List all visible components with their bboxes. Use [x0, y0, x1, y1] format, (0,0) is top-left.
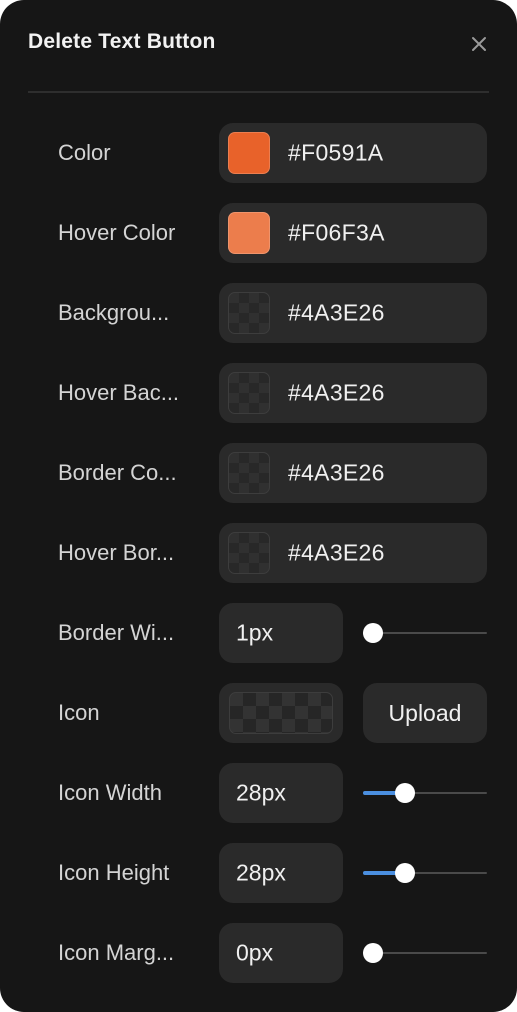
color-field[interactable]: #F0591A	[219, 123, 487, 183]
border-width-slider[interactable]	[363, 623, 487, 643]
button-settings-panel: Delete Text Button Color #F0591A Hover C…	[0, 0, 517, 1012]
icon-height-row: Icon Height 28px	[58, 843, 487, 903]
header-divider	[28, 91, 489, 93]
hover-background-row: Hover Bac... #4A3E26	[58, 363, 487, 423]
border-width-input[interactable]: 1px	[219, 603, 343, 663]
background-hex-value[interactable]: #4A3E26	[288, 300, 385, 327]
background-swatch[interactable]	[228, 292, 270, 334]
background-label: Backgrou...	[58, 300, 170, 325]
icon-width-value[interactable]: 28px	[236, 780, 286, 807]
icon-width-label: Icon Width	[58, 780, 162, 805]
hover-background-swatch[interactable]	[228, 372, 270, 414]
color-swatch[interactable]	[228, 132, 270, 174]
hover-background-hex-value[interactable]: #4A3E26	[288, 380, 385, 407]
icon-width-input[interactable]: 28px	[219, 763, 343, 823]
panel-title: Delete Text Button	[28, 30, 216, 53]
color-hex-value[interactable]: #F0591A	[288, 140, 383, 167]
hover-color-row: Hover Color #F06F3A	[58, 203, 487, 263]
color-label: Color	[58, 140, 111, 165]
icon-margin-value[interactable]: 0px	[236, 940, 273, 967]
border-color-label: Border Co...	[58, 460, 177, 485]
border-width-value[interactable]: 1px	[236, 620, 273, 647]
icon-margin-row: Icon Marg... 0px	[58, 923, 487, 983]
icon-height-value[interactable]: 28px	[236, 860, 286, 887]
icon-margin-label: Icon Marg...	[58, 940, 175, 965]
hover-border-row: Hover Bor... #4A3E26	[58, 523, 487, 583]
border-color-hex-value[interactable]: #4A3E26	[288, 460, 385, 487]
slider-thumb[interactable]	[395, 783, 416, 803]
hover-color-label: Hover Color	[58, 220, 176, 245]
icon-preview-checkerboard	[229, 692, 333, 734]
hover-border-label: Hover Bor...	[58, 540, 175, 565]
slider-thumb[interactable]	[363, 943, 383, 963]
icon-label: Icon	[58, 700, 100, 725]
hover-border-hex-value[interactable]: #4A3E26	[288, 540, 385, 567]
border-width-label: Border Wi...	[58, 620, 175, 645]
icon-margin-input[interactable]: 0px	[219, 923, 343, 983]
close-icon	[472, 37, 486, 51]
hover-color-field[interactable]: #F06F3A	[219, 203, 487, 263]
icon-row: Icon Upload	[58, 683, 487, 743]
hover-color-hex-value[interactable]: #F06F3A	[288, 220, 385, 247]
slider-thumb[interactable]	[363, 623, 383, 643]
border-width-row: Border Wi... 1px	[58, 603, 487, 663]
background-color-field[interactable]: #4A3E26	[219, 283, 487, 343]
icon-height-input[interactable]: 28px	[219, 843, 343, 903]
icon-height-label: Icon Height	[58, 860, 170, 885]
upload-button[interactable]: Upload	[363, 683, 487, 743]
icon-height-slider[interactable]	[363, 863, 487, 883]
border-color-row: Border Co... #4A3E26	[58, 443, 487, 503]
color-row: Color #F0591A	[58, 123, 487, 183]
close-button[interactable]	[463, 28, 495, 60]
hover-color-swatch[interactable]	[228, 212, 270, 254]
icon-width-slider[interactable]	[363, 783, 487, 803]
hover-background-color-field[interactable]: #4A3E26	[219, 363, 487, 423]
hover-background-label: Hover Bac...	[58, 380, 180, 405]
hover-border-swatch[interactable]	[228, 532, 270, 574]
icon-preview[interactable]	[219, 683, 343, 743]
panel-header: Delete Text Button	[28, 28, 489, 62]
icon-width-row: Icon Width 28px	[58, 763, 487, 823]
icon-margin-slider[interactable]	[363, 943, 487, 963]
border-color-swatch[interactable]	[228, 452, 270, 494]
border-color-field[interactable]: #4A3E26	[219, 443, 487, 503]
background-row: Backgrou... #4A3E26	[58, 283, 487, 343]
hover-border-color-field[interactable]: #4A3E26	[219, 523, 487, 583]
slider-thumb[interactable]	[395, 863, 416, 883]
